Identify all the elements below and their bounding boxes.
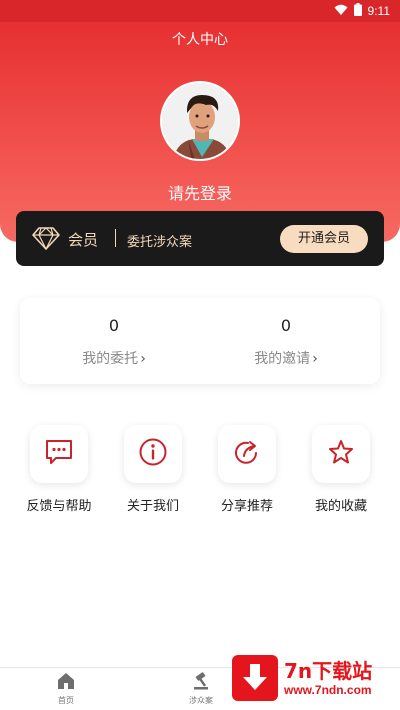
watermark-title: 7n下载站: [284, 659, 373, 683]
share-recommend-button[interactable]: 分享推荐: [202, 425, 292, 514]
download-icon: [232, 655, 278, 701]
status-bar: 9:11: [0, 0, 400, 22]
my-favorites-button[interactable]: 我的收藏: [296, 425, 386, 514]
membership-bar: 会员 委托涉众案 开通会员: [16, 211, 384, 266]
stat-my-commissions[interactable]: 0 我的委托 ›: [24, 316, 204, 368]
open-membership-button[interactable]: 开通会员: [280, 225, 368, 253]
feedback-help-button[interactable]: 反馈与帮助: [14, 425, 104, 514]
info-icon: [138, 437, 168, 471]
chevron-right-icon: ›: [312, 351, 318, 367]
tab-label: 首页: [58, 696, 74, 705]
action-label: 反馈与帮助: [26, 499, 92, 514]
stat-value: 0: [280, 316, 292, 335]
tab-label: 涉众案: [189, 696, 213, 705]
stat-my-invitations[interactable]: 0 我的邀请 ›: [196, 316, 376, 368]
tab-home[interactable]: 首页: [31, 672, 101, 706]
share-icon: [232, 437, 262, 471]
wifi-icon: [334, 4, 348, 19]
watermark-url: www.7ndn.com: [284, 683, 372, 697]
diamond-icon: [32, 225, 60, 251]
star-icon: [327, 438, 355, 470]
tab-cases[interactable]: 涉众案: [166, 672, 236, 706]
page-title: 个人中心: [172, 32, 228, 48]
home-icon: [56, 673, 76, 694]
stat-value: 0: [108, 316, 120, 335]
member-description: 委托涉众案: [127, 235, 193, 250]
stat-label: 我的委托: [82, 351, 139, 367]
action-label: 我的收藏: [314, 499, 367, 514]
watermark-logo: 7n下载站 www.7ndn.com: [232, 652, 394, 704]
stat-label: 我的邀请: [254, 351, 311, 367]
profile-header: 个人中心 请先登录: [0, 0, 400, 242]
about-us-button[interactable]: 关于我们: [108, 425, 198, 514]
stats-card: 0 我的委托 › 0 我的邀请 ›: [20, 298, 380, 384]
avatar[interactable]: [160, 81, 240, 161]
status-time: 9:11: [367, 4, 390, 18]
member-divider: [115, 229, 116, 247]
battery-icon: [353, 3, 362, 19]
action-label: 关于我们: [126, 499, 179, 514]
gavel-icon: [191, 672, 211, 694]
action-label: 分享推荐: [220, 499, 273, 514]
login-prompt[interactable]: 请先登录: [0, 180, 400, 204]
message-icon: [44, 438, 74, 470]
member-label: 会员: [68, 231, 99, 249]
chevron-right-icon: ›: [140, 351, 146, 367]
